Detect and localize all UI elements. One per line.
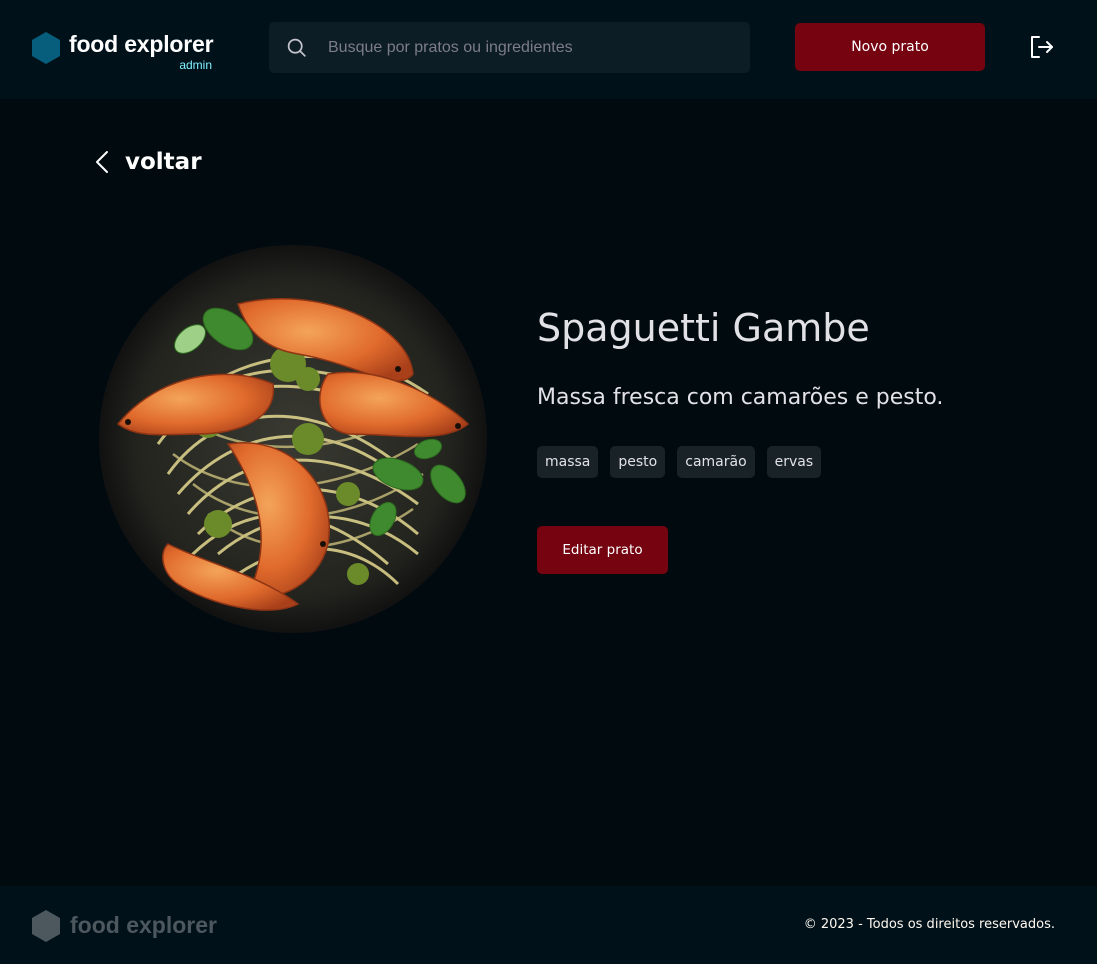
ingredient-tag: ervas [766,446,822,478]
brand-name: food explorer [69,31,214,57]
back-link[interactable]: voltar [92,145,212,179]
footer: food explorer © 2023 - Todos os direitos… [0,886,1097,964]
new-dish-button[interactable]: Novo prato [795,23,985,71]
chevron-left-icon [96,151,108,173]
footer-brand: food explorer [70,912,217,938]
hexagon-logo-icon [32,910,60,942]
hexagon-logo-icon [32,32,60,64]
ingredient-tag: pesto [610,446,666,478]
back-label: voltar [125,149,202,175]
copyright-text: © 2023 - Todos os direitos reservados. [803,917,1055,932]
dish-photo [99,245,487,633]
search-input[interactable] [328,22,728,73]
search-icon [287,38,306,57]
ingredient-tag: camarão [677,446,755,478]
ingredient-tag: massa [537,446,599,478]
dish-description: Massa fresca com camarões e pesto. [537,385,944,410]
brand-logo[interactable]: food explorer admin [32,30,222,76]
sign-out-icon[interactable] [1028,33,1056,61]
edit-dish-button[interactable]: Editar prato [537,526,668,574]
page: food explorer admin Novo prato voltar [0,0,1097,964]
ingredient-tags: massa pesto camarão ervas [537,446,822,478]
search-bar[interactable] [269,22,750,73]
header: food explorer admin Novo prato [0,0,1097,99]
brand-role-badge: admin [179,58,212,72]
dish-title: Spaguetti Gambe [537,306,870,350]
